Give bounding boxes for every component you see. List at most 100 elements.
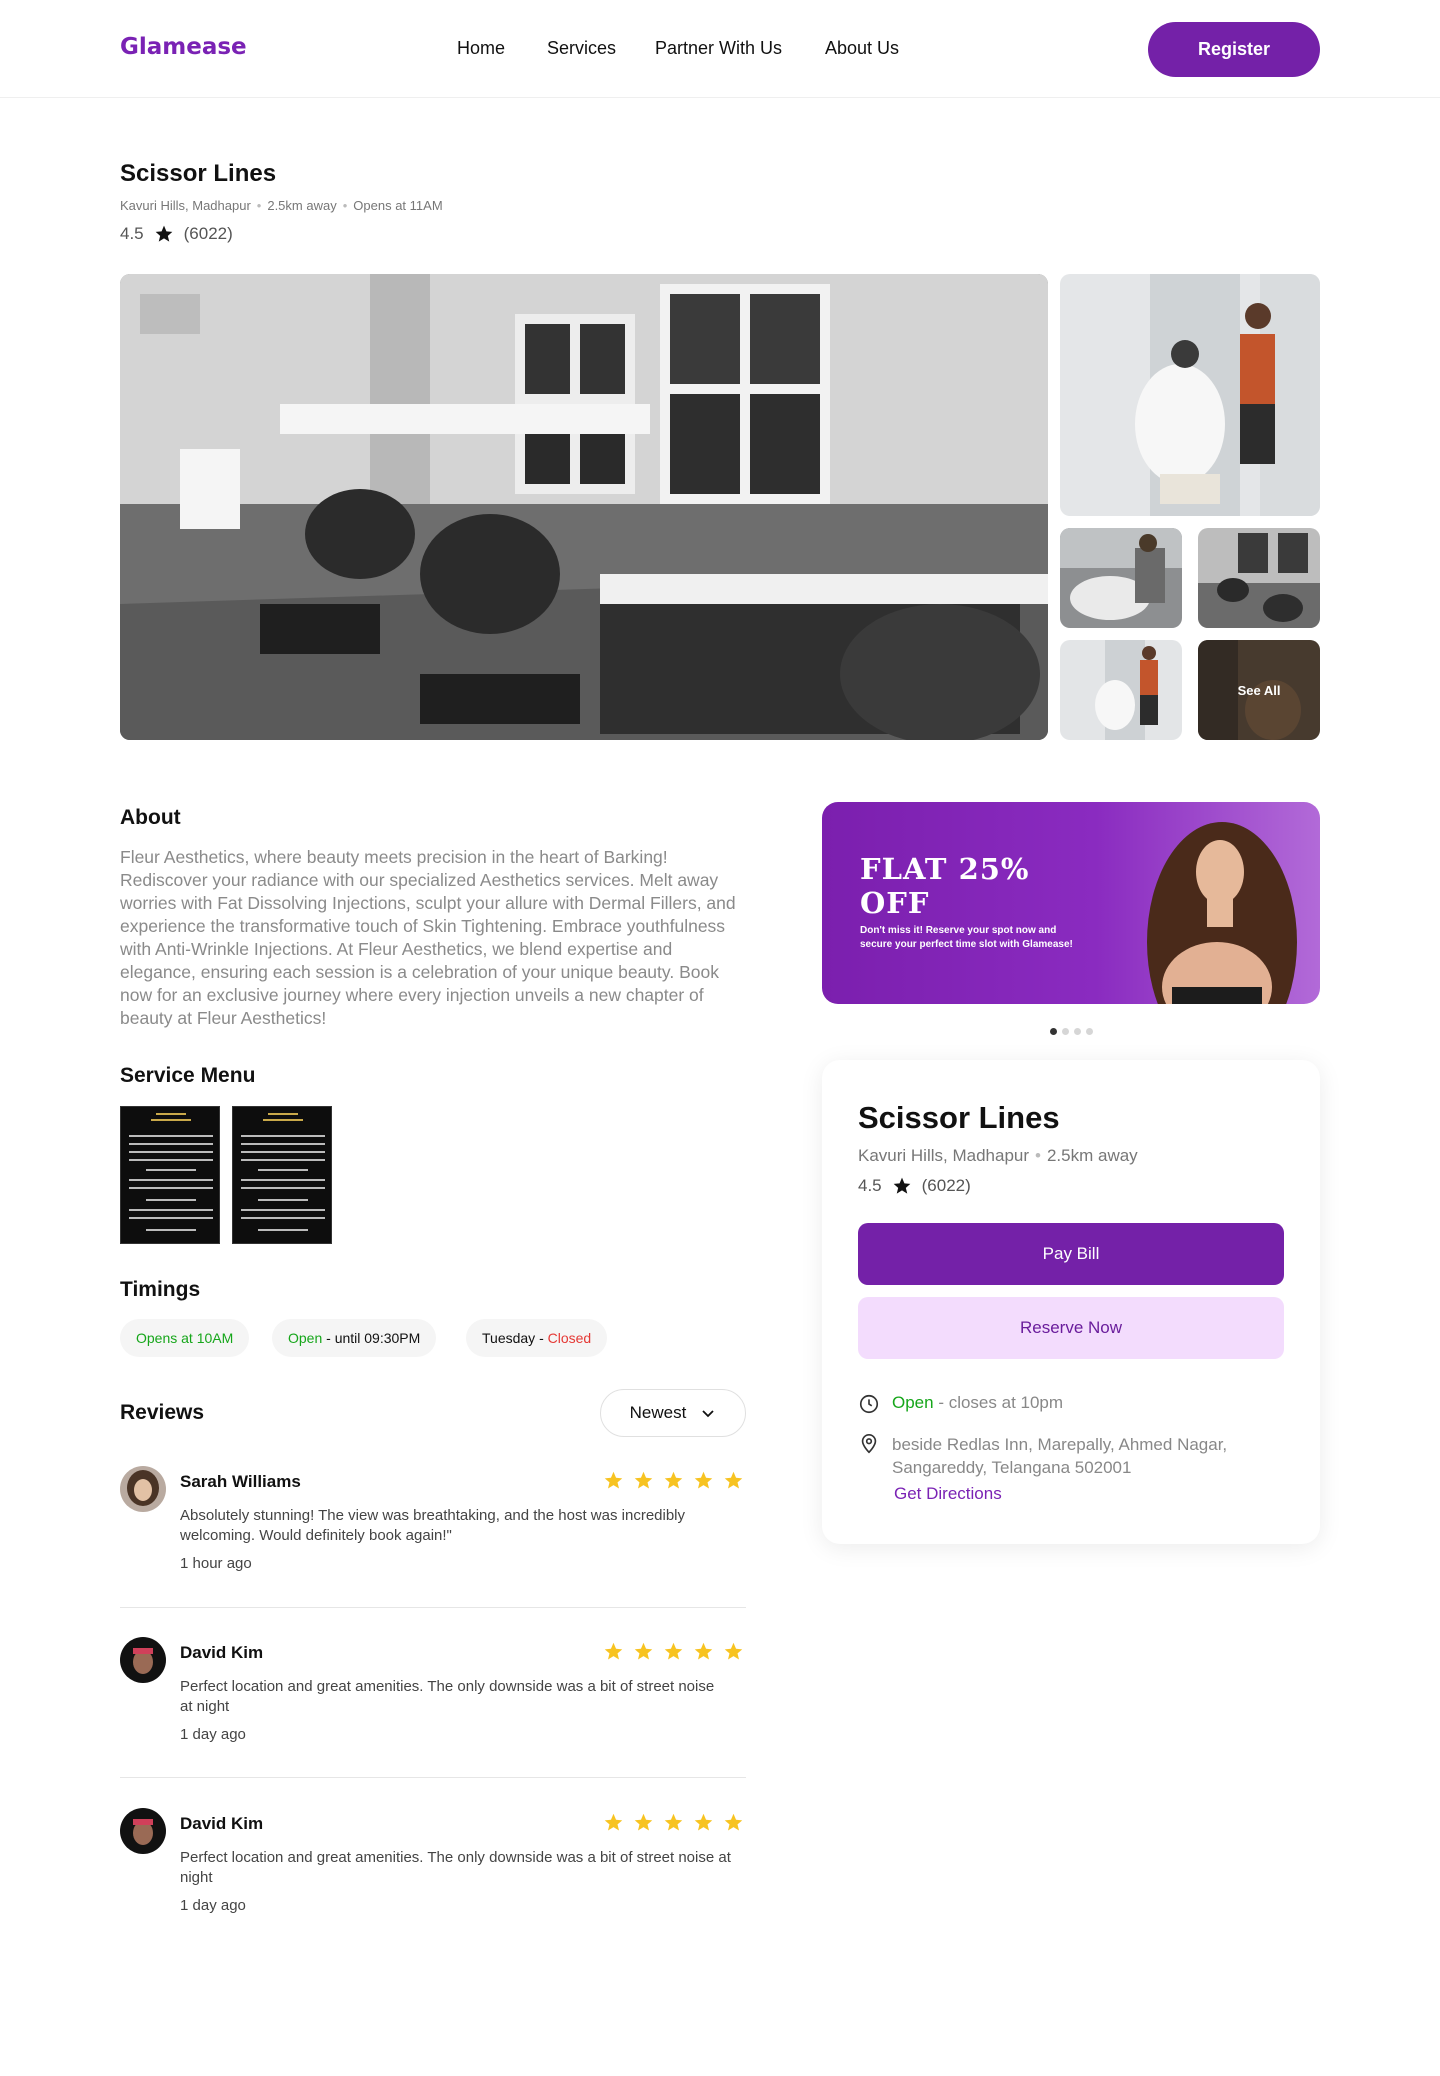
salon-opens: Opens at 11AM <box>353 198 443 213</box>
carousel-dot[interactable] <box>1062 1028 1069 1035</box>
star-icon <box>604 1642 623 1660</box>
gallery-photo-stylist[interactable] <box>1060 274 1320 516</box>
card-area: Kavuri Hills, Madhapur <box>858 1146 1030 1165</box>
gallery-photo-stylist-2[interactable] <box>1060 640 1182 740</box>
star-icon <box>694 1642 713 1660</box>
card-rating-count: (6022) <box>921 1176 971 1195</box>
reserve-now-button[interactable]: Reserve Now <box>858 1297 1284 1359</box>
timing-day: Tuesday <box>482 1330 536 1346</box>
promo-text: Don't miss it! Reserve your spot now and… <box>860 925 1073 950</box>
star-icon <box>724 1471 743 1489</box>
review-text: Perfect location and great amenities. Th… <box>180 1678 715 1715</box>
nav-home[interactable]: Home <box>457 38 505 59</box>
star-icon <box>664 1471 683 1489</box>
nav-about-us[interactable]: About Us <box>825 38 899 59</box>
promo-title: FLAT 25% OFF <box>860 852 1029 920</box>
carousel-dots[interactable] <box>1050 1028 1093 1035</box>
about-text: Fleur Aesthetics, where beauty meets pre… <box>120 847 736 1028</box>
salon-distance: 2.5km away <box>267 198 337 213</box>
review-item: David Kim Perfect location and great ame… <box>120 1808 746 1928</box>
review-stars <box>603 1812 744 1833</box>
rating-value: 4.5 <box>120 224 144 243</box>
star-icon <box>634 1642 653 1660</box>
salon-rating: 4.5 (6022) <box>120 224 233 244</box>
review-time: 1 hour ago <box>180 1555 252 1572</box>
reviewer-avatar <box>120 1466 166 1512</box>
carousel-dot[interactable] <box>1086 1028 1093 1035</box>
star-icon <box>634 1813 653 1831</box>
timing-closed-day-chip: Tuesday - Closed <box>466 1319 608 1357</box>
brand-logo[interactable]: Glamease <box>120 34 247 60</box>
booking-card: Scissor Lines Kavuri Hills, Madhapur • 2.5… <box>822 1060 1320 1544</box>
separator-dot: • <box>256 198 262 213</box>
service-menu-image-2[interactable] <box>232 1106 332 1244</box>
gallery-see-all[interactable]: See All <box>1198 640 1320 740</box>
timing-until-text: - until 09:30PM <box>322 1330 421 1346</box>
review-time: 1 day ago <box>180 1726 246 1743</box>
reviewer-name: Sarah Williams <box>180 1472 301 1491</box>
location-pin-icon <box>861 1434 877 1454</box>
nav-services[interactable]: Services <box>547 38 616 59</box>
timing-opens-chip: Opens at 10AM <box>120 1319 250 1357</box>
gallery-photo-interior[interactable] <box>1198 528 1320 628</box>
review-time: 1 day ago <box>180 1897 246 1914</box>
salon-title: Scissor Lines <box>120 160 277 187</box>
star-icon <box>604 1471 623 1489</box>
separator-dot: • <box>1035 1146 1041 1165</box>
star-icon <box>694 1471 713 1489</box>
timing-open-until-chip: Open - until 09:30PM <box>272 1319 437 1357</box>
pay-bill-button[interactable]: Pay Bill <box>858 1223 1284 1285</box>
star-icon <box>604 1813 623 1831</box>
review-stars <box>603 1470 744 1491</box>
carousel-dot[interactable] <box>1074 1028 1081 1035</box>
star-icon <box>694 1813 713 1831</box>
hours-row: Open - closes at 10pm <box>858 1393 1063 1415</box>
see-all-label[interactable]: See All <box>1198 640 1320 740</box>
gallery-photo-wash[interactable] <box>1060 528 1182 628</box>
chevron-down-icon <box>702 1410 714 1418</box>
reviewer-name: David Kim <box>180 1643 264 1662</box>
review-stars <box>603 1641 744 1662</box>
timing-closed-status: Closed <box>547 1330 592 1346</box>
reviewer-name: David Kim <box>180 1814 264 1833</box>
review-item: Sarah Williams Absolutely stunning! The … <box>120 1466 746 1586</box>
review-item: David Kim Perfect location and great ame… <box>120 1637 746 1757</box>
card-salon-name: Scissor Lines <box>858 1100 1060 1135</box>
timing-opens-text: Opens at 10AM <box>136 1330 234 1346</box>
service-menu-image-1[interactable] <box>120 1106 220 1244</box>
about-heading: About <box>120 806 181 829</box>
service-menu-heading: Service Menu <box>120 1064 256 1087</box>
star-icon <box>724 1642 743 1660</box>
card-address: beside Redlas Inn, Marepally, Ahmed Naga… <box>892 1435 1228 1477</box>
card-location: Kavuri Hills, Madhapur • 2.5km away <box>858 1146 1138 1166</box>
get-directions-link[interactable]: Get Directions <box>894 1484 1002 1504</box>
card-open-status: Open <box>892 1393 934 1412</box>
salon-area: Kavuri Hills, Madhapur <box>120 198 251 213</box>
sort-dropdown[interactable]: Newest <box>600 1389 746 1437</box>
star-icon <box>155 225 172 242</box>
star-icon <box>634 1471 653 1489</box>
clock-icon <box>859 1394 879 1414</box>
card-closes-text: - closes at 10pm <box>933 1393 1064 1412</box>
main-salon-photo[interactable] <box>120 274 1048 740</box>
nav-partner-with-us[interactable]: Partner With Us <box>655 38 782 59</box>
timing-open-status: Open <box>288 1330 323 1346</box>
register-button[interactable]: Register <box>1148 22 1320 77</box>
separator-dot: • <box>342 198 348 213</box>
star-icon <box>724 1813 743 1831</box>
promo-banner[interactable]: FLAT 25% OFF Don't miss it! Reserve your… <box>822 802 1320 1004</box>
card-distance: 2.5km away <box>1046 1146 1138 1165</box>
reviewer-avatar <box>120 1637 166 1683</box>
sort-label: Newest <box>629 1403 687 1422</box>
top-navbar: Glamease Home Services Partner With Us A… <box>0 0 1440 98</box>
review-text: Absolutely stunning! The view was breath… <box>180 1507 686 1544</box>
review-divider <box>120 1607 746 1608</box>
address-row: beside Redlas Inn, Marepally, Ahmed Naga… <box>858 1433 1278 1479</box>
star-icon <box>664 1813 683 1831</box>
carousel-dot[interactable] <box>1050 1028 1057 1035</box>
rating-count: (6022) <box>183 224 233 243</box>
card-rating: 4.5 (6022) <box>858 1176 971 1196</box>
salon-subline: Kavuri Hills, Madhapur • 2.5km away • Opens … <box>120 198 443 213</box>
promo-title-line2: OFF <box>860 886 930 920</box>
reviews-heading: Reviews <box>120 1401 205 1424</box>
